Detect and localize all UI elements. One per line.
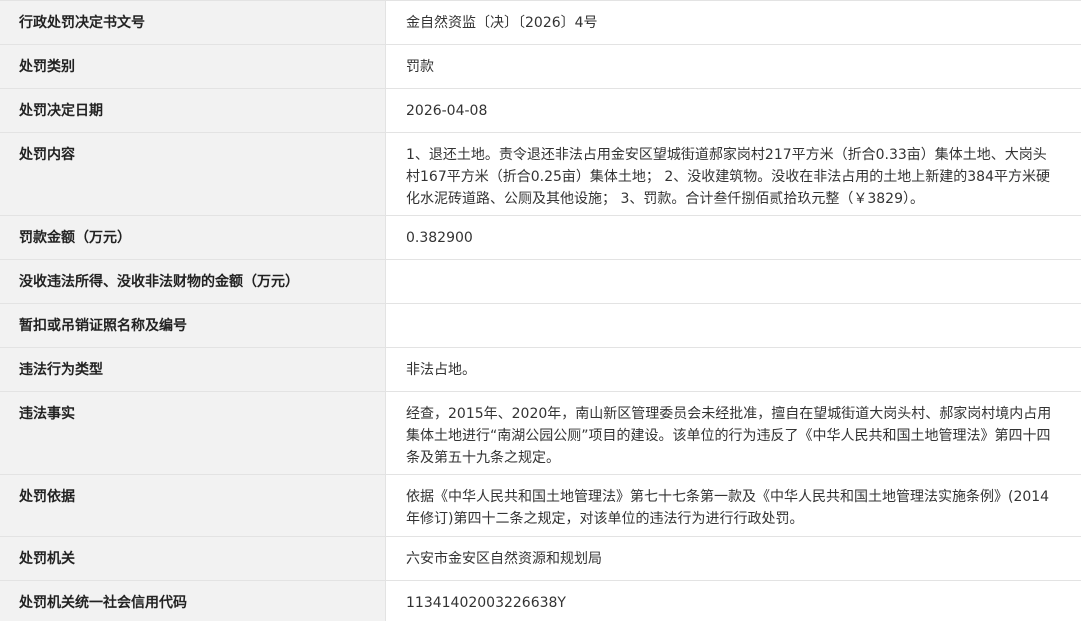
row-value: 2026-04-08 — [406, 103, 488, 119]
table-row: 没收违法所得、没收非法财物的金额（万元） — [0, 260, 1081, 304]
row-value: 1、退还土地。责令退还非法占用金安区望城街道郝家岗村217平方米（折合0.33亩… — [406, 147, 1050, 207]
table-row: 处罚类别 罚款 — [0, 45, 1081, 89]
row-label: 没收违法所得、没收非法财物的金额（万元） — [0, 260, 386, 303]
row-value: 0.382900 — [406, 230, 473, 246]
table-row: 处罚内容 1、退还土地。责令退还非法占用金安区望城街道郝家岗村217平方米（折合… — [0, 133, 1081, 216]
row-label: 违法行为类型 — [0, 348, 386, 391]
row-value: 非法占地。 — [406, 362, 476, 378]
table-row: 暂扣或吊销证照名称及编号 — [0, 304, 1081, 348]
row-label: 处罚决定日期 — [0, 89, 386, 132]
row-label: 处罚机关 — [0, 537, 386, 580]
row-label: 违法事实 — [0, 392, 386, 474]
row-value — [386, 260, 1081, 303]
table-row: 罚款金额（万元） 0.382900 — [0, 216, 1081, 260]
table-row: 处罚依据 依据《中华人民共和国土地管理法》第七十七条第一款及《中华人民共和国土地… — [0, 475, 1081, 537]
row-label: 行政处罚决定书文号 — [0, 1, 386, 44]
row-value: 依据《中华人民共和国土地管理法》第七十七条第一款及《中华人民共和国土地管理法实施… — [406, 489, 1050, 527]
row-value: 经查，2015年、2020年，南山新区管理委员会未经批准，擅自在望城街道大岗头村… — [406, 406, 1052, 466]
table-row: 处罚决定日期 2026-04-08 — [0, 89, 1081, 133]
row-label: 罚款金额（万元） — [0, 216, 386, 259]
row-label: 处罚内容 — [0, 133, 386, 215]
row-label: 处罚机关统一社会信用代码 — [0, 581, 386, 621]
table-row: 违法行为类型 非法占地。 — [0, 348, 1081, 392]
table-row: 行政处罚决定书文号 金自然资监〔决〕〔2026〕4号 — [0, 1, 1081, 45]
row-value: 金自然资监〔决〕〔2026〕4号 — [406, 15, 598, 31]
row-value: 11341402003226638Y — [406, 595, 566, 611]
row-label: 暂扣或吊销证照名称及编号 — [0, 304, 386, 347]
penalty-info-table: 行政处罚决定书文号 金自然资监〔决〕〔2026〕4号 处罚类别 罚款 处罚决定日… — [0, 0, 1081, 621]
row-label: 处罚类别 — [0, 45, 386, 88]
row-value — [386, 304, 1081, 347]
row-value: 六安市金安区自然资源和规划局 — [406, 551, 602, 567]
row-value: 罚款 — [406, 59, 434, 75]
table-row: 违法事实 经查，2015年、2020年，南山新区管理委员会未经批准，擅自在望城街… — [0, 392, 1081, 475]
table-row: 处罚机关 六安市金安区自然资源和规划局 — [0, 537, 1081, 581]
table-row: 处罚机关统一社会信用代码 11341402003226638Y — [0, 581, 1081, 621]
row-label: 处罚依据 — [0, 475, 386, 536]
